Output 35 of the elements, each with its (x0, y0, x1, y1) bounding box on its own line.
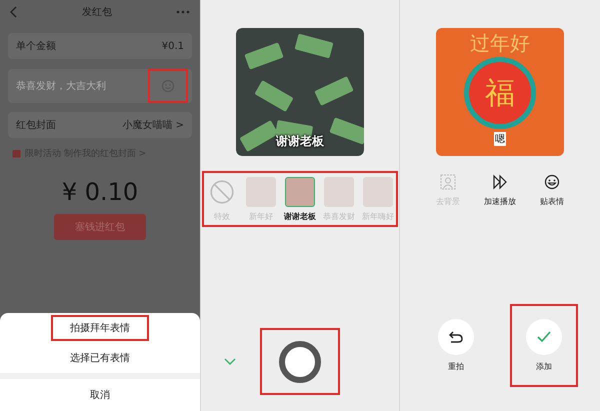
retake-button[interactable] (438, 319, 474, 355)
amount-value: ¥0.1 (162, 40, 184, 52)
effect-thumbnail[interactable] (246, 176, 276, 206)
effect-thumbnail[interactable] (324, 176, 354, 206)
amount-total: ¥ 0.10 (60, 178, 140, 206)
sticker-character: 福 (485, 74, 515, 112)
sheet-option[interactable]: 选择已有表情 (70, 344, 130, 372)
sheet-option[interactable]: 拍摄拜年表情 (70, 314, 130, 342)
amount-label: 单个金额 (16, 40, 56, 53)
action-label: 添加 (536, 361, 552, 372)
effect-thumbnail[interactable] (285, 176, 315, 206)
gift-icon (12, 149, 21, 158)
cover-label: 红包封面 (16, 118, 56, 132)
screen-title: 发红包 (82, 6, 112, 19)
action-label: 重拍 (448, 361, 464, 372)
greeting-placeholder: 恭喜发财，大吉大利 (16, 80, 106, 93)
more-icon (176, 10, 190, 14)
effect-thumbnail[interactable] (363, 176, 393, 206)
tool-button[interactable]: 加速播放 (484, 174, 516, 207)
chevron-down-icon (224, 358, 236, 365)
smiley-icon (544, 174, 560, 190)
confirm-button[interactable] (526, 319, 562, 355)
tool-button[interactable]: 贴表情 (540, 174, 564, 207)
person-icon (440, 174, 456, 190)
fast-forward-icon (492, 174, 508, 190)
effect-label: 谢谢老板 (284, 210, 316, 222)
sticker-title: 过年好 (470, 30, 530, 57)
back-icon[interactable] (10, 6, 18, 18)
undo-icon (448, 329, 464, 345)
preview-caption: 谢谢老板 (276, 133, 324, 150)
shutter-button[interactable] (279, 340, 321, 382)
checkmark-icon (536, 329, 552, 345)
cover-value: 小魔女喵喵 > (122, 118, 184, 132)
cancel-option[interactable]: 取消 (0, 379, 200, 411)
sticker-caption: 嗯 (494, 132, 506, 146)
